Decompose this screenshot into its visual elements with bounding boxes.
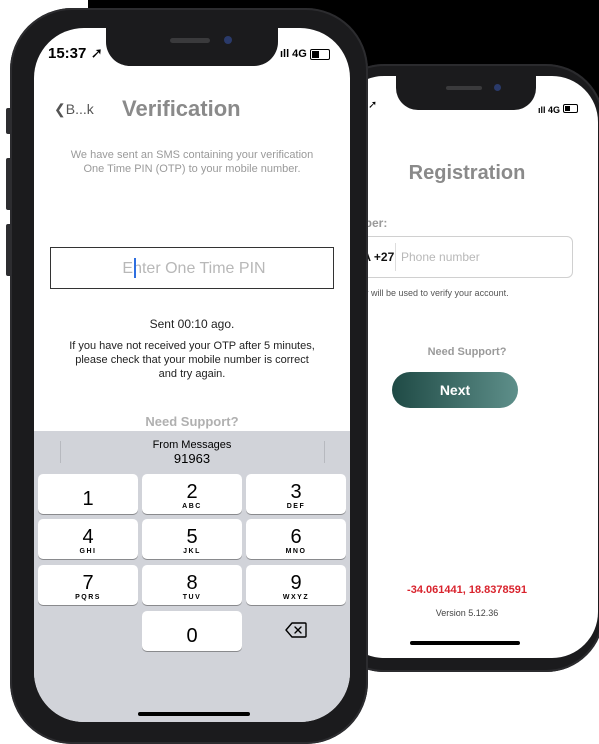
status-time: 15:37 ➚ — [48, 45, 104, 62]
battery-icon — [309, 48, 330, 60]
signal-icon: ıll — [538, 105, 546, 115]
key-1[interactable]: 1 — [38, 474, 138, 514]
phone-number-field: ZA +27 — [338, 236, 573, 278]
home-indicator — [410, 641, 520, 645]
key-2[interactable]: 2 ABC — [142, 474, 242, 514]
page-title: Registration — [408, 162, 526, 184]
backspace-icon — [285, 621, 307, 638]
delete-key[interactable] — [246, 611, 346, 651]
verification-screen: 15:37 ➚ ıll 4G ❮B...k Verification We ha… — [34, 28, 350, 722]
need-support-link[interactable]: Need Support? — [338, 346, 596, 358]
key-3[interactable]: 3 DEF — [246, 474, 346, 514]
side-button — [6, 224, 12, 276]
key-7[interactable]: 7 PQRS — [38, 565, 138, 605]
chevron-left-icon: ❮ — [54, 101, 66, 117]
notch — [106, 28, 278, 66]
battery-icon — [562, 104, 578, 113]
otp-autofill-suggestion[interactable]: From Messages 91963 — [114, 433, 270, 471]
otp-field — [50, 247, 337, 290]
notch — [396, 76, 536, 110]
key-6[interactable]: 6 MNO — [246, 519, 346, 559]
key-9[interactable]: 9 WXYZ — [246, 565, 346, 605]
status-time: ➚ — [368, 99, 378, 111]
network-type: 4G — [548, 105, 561, 115]
otp-warning: If you have not received your OTP after … — [69, 340, 315, 380]
next-button[interactable]: Next — [392, 372, 518, 408]
page-title: Verification — [122, 96, 241, 121]
phone-number-input[interactable] — [399, 245, 553, 269]
network-type: 4G — [292, 48, 307, 60]
gps-coordinates: -34.061441, 18.8378591 — [407, 584, 527, 596]
divider — [395, 243, 396, 271]
front-phone: 15:37 ➚ ıll 4G ❮B...k Verification We ha… — [6, 8, 368, 744]
signal-icon: ıll — [280, 48, 290, 60]
home-indicator — [138, 712, 250, 716]
status-bar-right: ıll 4G — [538, 104, 578, 115]
key-0[interactable]: 0 — [142, 611, 242, 651]
registration-screen: ➚ ıll 4G Registration Number: ZA +27 num… — [338, 76, 598, 658]
side-button — [6, 108, 12, 134]
text-caret — [134, 258, 136, 278]
sent-time-text: Sent 00:10 ago. — [149, 317, 235, 331]
autofill-suggestion-bar: From Messages 91963 — [34, 431, 350, 473]
need-support-link[interactable]: Need Support? — [34, 414, 350, 429]
numeric-keyboard: From Messages 91963 1 2 ABC 3 DEF 4 GHI 5 JK… — [34, 431, 350, 722]
side-button — [6, 158, 12, 210]
key-5[interactable]: 5 JKL — [142, 519, 242, 559]
key-4[interactable]: 4 GHI — [38, 519, 138, 559]
back-button[interactable]: ❮B...k — [54, 101, 94, 118]
location-arrow-icon: ➚ — [90, 45, 104, 62]
status-bar-right: ıll 4G — [280, 48, 330, 60]
verification-info: We have sent an SMS containing your veri… — [70, 149, 314, 175]
key-8[interactable]: 8 TUV — [142, 565, 242, 605]
app-version: Version 5.12.36 — [435, 608, 499, 618]
otp-input[interactable] — [51, 248, 337, 290]
